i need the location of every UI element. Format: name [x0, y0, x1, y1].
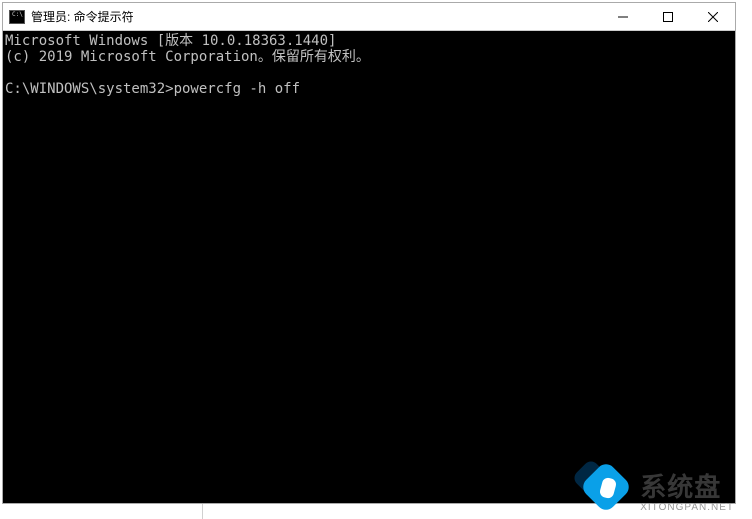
prompt-path: C:\WINDOWS\system32> — [5, 81, 174, 97]
window-controls — [600, 3, 735, 30]
watermark-subtitle: XITONGPAN.NET — [640, 502, 734, 513]
terminal-content[interactable]: Microsoft Windows [版本 10.0.18363.1440] (… — [3, 31, 735, 503]
close-icon — [708, 12, 718, 22]
prompt-line: C:\WINDOWS\system32>powercfg -h off — [5, 81, 300, 97]
cmd-icon: C:\ — [9, 10, 25, 24]
minimize-button[interactable] — [600, 3, 645, 30]
command-text: powercfg -h off — [174, 81, 300, 97]
watermark: 系统盘 XITONGPAN.NET — [575, 462, 734, 517]
maximize-button[interactable] — [645, 3, 690, 30]
watermark-title: 系统盘 — [640, 467, 734, 504]
copyright-line: (c) 2019 Microsoft Corporation。保留所有权利。 — [5, 49, 370, 65]
version-line: Microsoft Windows [版本 10.0.18363.1440] — [5, 33, 336, 49]
separator-line — [202, 504, 203, 519]
watermark-text: 系统盘 XITONGPAN.NET — [640, 467, 734, 513]
command-prompt-window: C:\ 管理员: 命令提示符 Microsoft Windows [版本 10.… — [2, 2, 736, 504]
titlebar[interactable]: C:\ 管理员: 命令提示符 — [3, 3, 735, 31]
watermark-logo-icon — [575, 462, 630, 517]
maximize-icon — [663, 12, 673, 22]
minimize-icon — [618, 12, 628, 22]
close-button[interactable] — [690, 3, 735, 30]
window-title: 管理员: 命令提示符 — [31, 8, 600, 25]
